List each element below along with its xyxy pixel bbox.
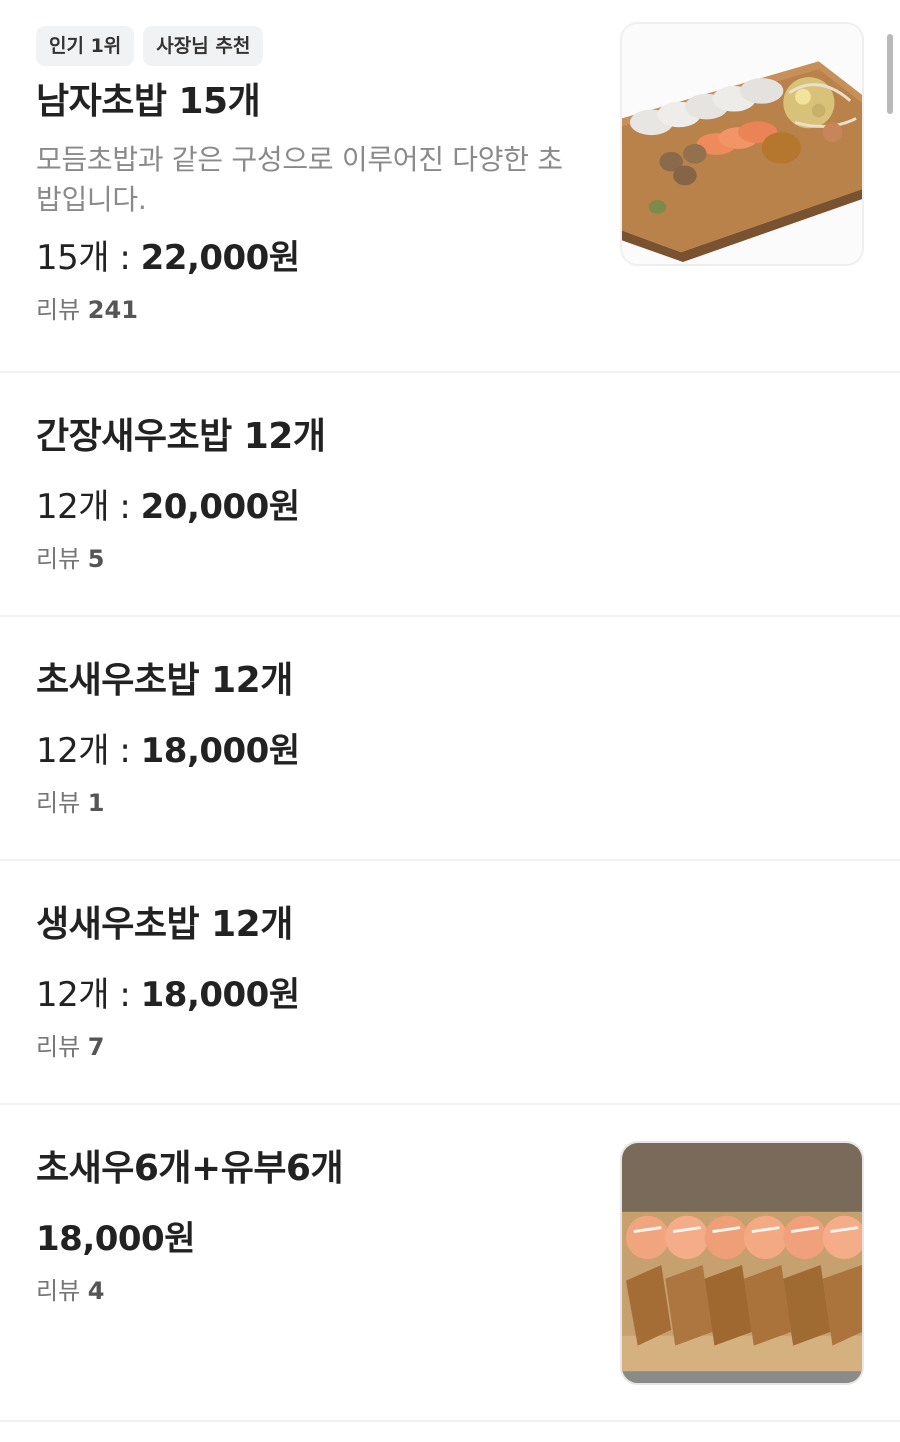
mixed-sushi-platter-image: [620, 22, 864, 266]
menu-item-price: 12개 : 18,000원: [36, 729, 596, 773]
menu-item-name: 생새우초밥 12개: [36, 904, 293, 945]
price-amount: 18,000원: [36, 1219, 195, 1259]
review-label: 리뷰: [36, 789, 88, 817]
menu-item-info: 간장새우초밥 12개 12개 : 20,000원 리뷰 5: [36, 373, 596, 575]
menu-item-name: 초새우6개+유부6개: [36, 1148, 344, 1189]
review-count: 4: [87, 1277, 105, 1305]
menu-item-review: 리뷰 4: [36, 1275, 596, 1307]
menu-item-price: 18,000원: [36, 1217, 596, 1261]
popular-badge: 인기 1위: [36, 26, 135, 66]
review-label: 리뷰: [36, 545, 88, 573]
menu-item-review: 리뷰 5: [36, 543, 596, 575]
menu-item[interactable]: 간장새우초밥 12개 12개 : 20,000원 리뷰 5: [0, 373, 900, 617]
price-quantity: 15개 :: [36, 238, 141, 278]
menu-item-review: 리뷰 241: [36, 294, 596, 326]
menu-item[interactable]: 초새우초밥 12개 12개 : 18,000원 리뷰 1: [0, 617, 900, 861]
menu-item[interactable]: 인기 1위 사장님 추천 남자초밥 15개 모듬초밥과 같은 구성으로 이루어진…: [0, 0, 900, 373]
review-count: 241: [87, 296, 138, 324]
menu-item-review: 리뷰 1: [36, 787, 596, 819]
review-label: 리뷰: [36, 296, 88, 324]
review-count: 1: [87, 789, 105, 817]
menu-item-info: 초새우초밥 12개 12개 : 18,000원 리뷰 1: [36, 617, 596, 819]
price-quantity: 12개 :: [36, 487, 141, 527]
price-quantity: 12개 :: [36, 975, 141, 1015]
menu-item-info: 초새우6개+유부6개 18,000원 리뷰 4: [36, 1105, 596, 1307]
menu-item-name: 간장새우초밥 12개: [36, 416, 326, 457]
shrimp-and-inari-sushi-image: [620, 1141, 864, 1385]
menu-item-review: 리뷰 7: [36, 1031, 596, 1063]
price-amount: 22,000원: [140, 238, 300, 278]
owner-pick-badge: 사장님 추천: [143, 26, 264, 66]
menu-item-price: 12개 : 18,000원: [36, 973, 596, 1017]
review-label: 리뷰: [36, 1277, 88, 1305]
price-amount: 18,000원: [140, 731, 300, 771]
price-amount: 20,000원: [140, 487, 300, 527]
price-amount: 18,000원: [140, 975, 300, 1015]
menu-item-name: 남자초밥 15개: [36, 81, 261, 122]
menu-item-info: 생새우초밥 12개 12개 : 18,000원 리뷰 7: [36, 861, 596, 1063]
price-quantity: 12개 :: [36, 731, 141, 771]
menu-item[interactable]: 초새우6개+유부6개 18,000원 리뷰 4: [0, 1105, 900, 1422]
menu-item-name: 초새우초밥 12개: [36, 660, 293, 701]
review-count: 7: [87, 1033, 105, 1061]
menu-item-description: 모듬초밥과 같은 구성으로 이루어진 다양한 초밥입니다.: [36, 143, 563, 216]
menu-item-price: 12개 : 20,000원: [36, 485, 596, 529]
review-count: 5: [87, 545, 105, 573]
menu-item[interactable]: 생새우초밥 12개 12개 : 18,000원 리뷰 7: [0, 861, 900, 1105]
badge-group: 인기 1위 사장님 추천: [36, 26, 596, 66]
scrollbar[interactable]: [887, 34, 893, 114]
menu-item-price: 15개 : 22,000원: [36, 236, 596, 280]
review-label: 리뷰: [36, 1033, 88, 1061]
menu-item-info: 인기 1위 사장님 추천 남자초밥 15개 모듬초밥과 같은 구성으로 이루어진…: [36, 0, 596, 326]
menu-list-page: 인기 1위 사장님 추천 남자초밥 15개 모듬초밥과 같은 구성으로 이루어진…: [0, 0, 900, 1442]
